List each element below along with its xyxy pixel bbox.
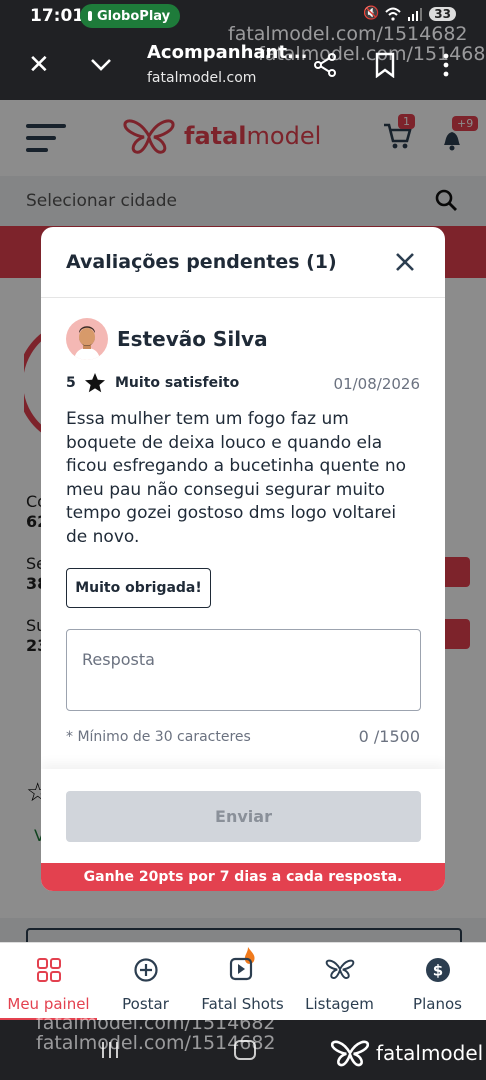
reply-textarea[interactable]: Resposta — [66, 629, 421, 711]
watermark: fatalmodel.com/1514682 — [36, 1032, 276, 1054]
reviewer-avatar — [66, 318, 108, 360]
watermark: fatalmodel.com/1514682 — [258, 43, 486, 65]
rating-value: 5 — [66, 375, 76, 391]
app-pill-label: GloboPlay — [97, 8, 171, 24]
send-footer: Enviar — [41, 769, 445, 863]
close-tab-icon[interactable]: ✕ — [28, 52, 50, 78]
send-button[interactable]: Enviar — [66, 791, 421, 842]
nav-postar[interactable]: Postar — [97, 943, 194, 1021]
grid-icon — [36, 958, 61, 982]
pending-reviews-modal: Avaliações pendentes (1) Estevão Silva 5… — [41, 227, 445, 891]
signal-icon — [408, 7, 423, 21]
page-url: fatalmodel.com — [147, 70, 257, 86]
tv-icon — [88, 11, 92, 21]
nav-planos[interactable]: $ Planos — [389, 943, 486, 1021]
modal-title: Avaliações pendentes (1) — [66, 251, 337, 273]
dollar-icon: $ — [425, 958, 450, 982]
star-icon — [85, 373, 105, 393]
nav-label: Planos — [413, 995, 462, 1013]
butterfly-icon — [325, 959, 354, 979]
review-text: Essa mulher tem um fogo faz um boquete d… — [66, 409, 407, 547]
watermark-logo: fatalmodel — [330, 1038, 483, 1068]
bottom-navigation: Meu painel Postar Fatal Shots Listagem $… — [0, 942, 486, 1021]
char-counter: 0 /1500 — [358, 727, 420, 746]
nav-listagem[interactable]: Listagem — [291, 943, 388, 1021]
status-icons: 🔇 33 — [363, 6, 456, 21]
rating-label: Muito satisfeito — [115, 375, 240, 391]
avatar-illustration — [74, 326, 100, 360]
status-time: 17:01 — [30, 6, 85, 26]
nav-meu-painel[interactable]: Meu painel — [0, 943, 97, 1021]
svg-text:$: $ — [432, 962, 442, 980]
battery-indicator: 33 — [429, 6, 456, 21]
wifi-icon — [385, 7, 402, 21]
watermark: fatalmodel.com/1514682 — [228, 23, 468, 45]
video-fire-icon — [229, 947, 255, 981]
watermark: fatalmodel.com/1514682 — [36, 1012, 276, 1034]
nav-label: Postar — [122, 995, 169, 1013]
nav-label: Listagem — [305, 995, 374, 1013]
min-chars-note: * Mínimo de 30 caracteres — [66, 729, 251, 745]
browser-toolbar: ✕ Acompanhant... fatalmodel.com fatalmod… — [0, 23, 486, 100]
reviewer-name: Estevão Silva — [117, 327, 268, 351]
promo-banner: Ganhe 20pts por 7 dias a cada resposta. — [41, 863, 445, 891]
plus-circle-icon — [133, 958, 158, 982]
nav-label: Fatal Shots — [201, 995, 284, 1013]
review-date: 01/08/2026 — [333, 375, 420, 393]
butterfly-logo-icon — [330, 1040, 370, 1067]
modal-header: Avaliações pendentes (1) — [41, 227, 445, 298]
nav-label: Meu painel — [7, 995, 90, 1013]
close-icon[interactable] — [392, 249, 418, 275]
android-navigation-bar: fatalmodel fatalmodel.com/1514682 fatalm… — [0, 1012, 486, 1080]
mute-icon: 🔇 — [363, 6, 380, 21]
quick-reply-button[interactable]: Muito obrigada! — [66, 568, 211, 608]
watermark-brand: fatalmodel — [376, 1041, 484, 1065]
nav-fatal-shots[interactable]: Fatal Shots — [194, 943, 291, 1021]
app-pill[interactable]: GloboPlay — [80, 4, 180, 28]
chevron-down-icon[interactable] — [88, 52, 114, 78]
